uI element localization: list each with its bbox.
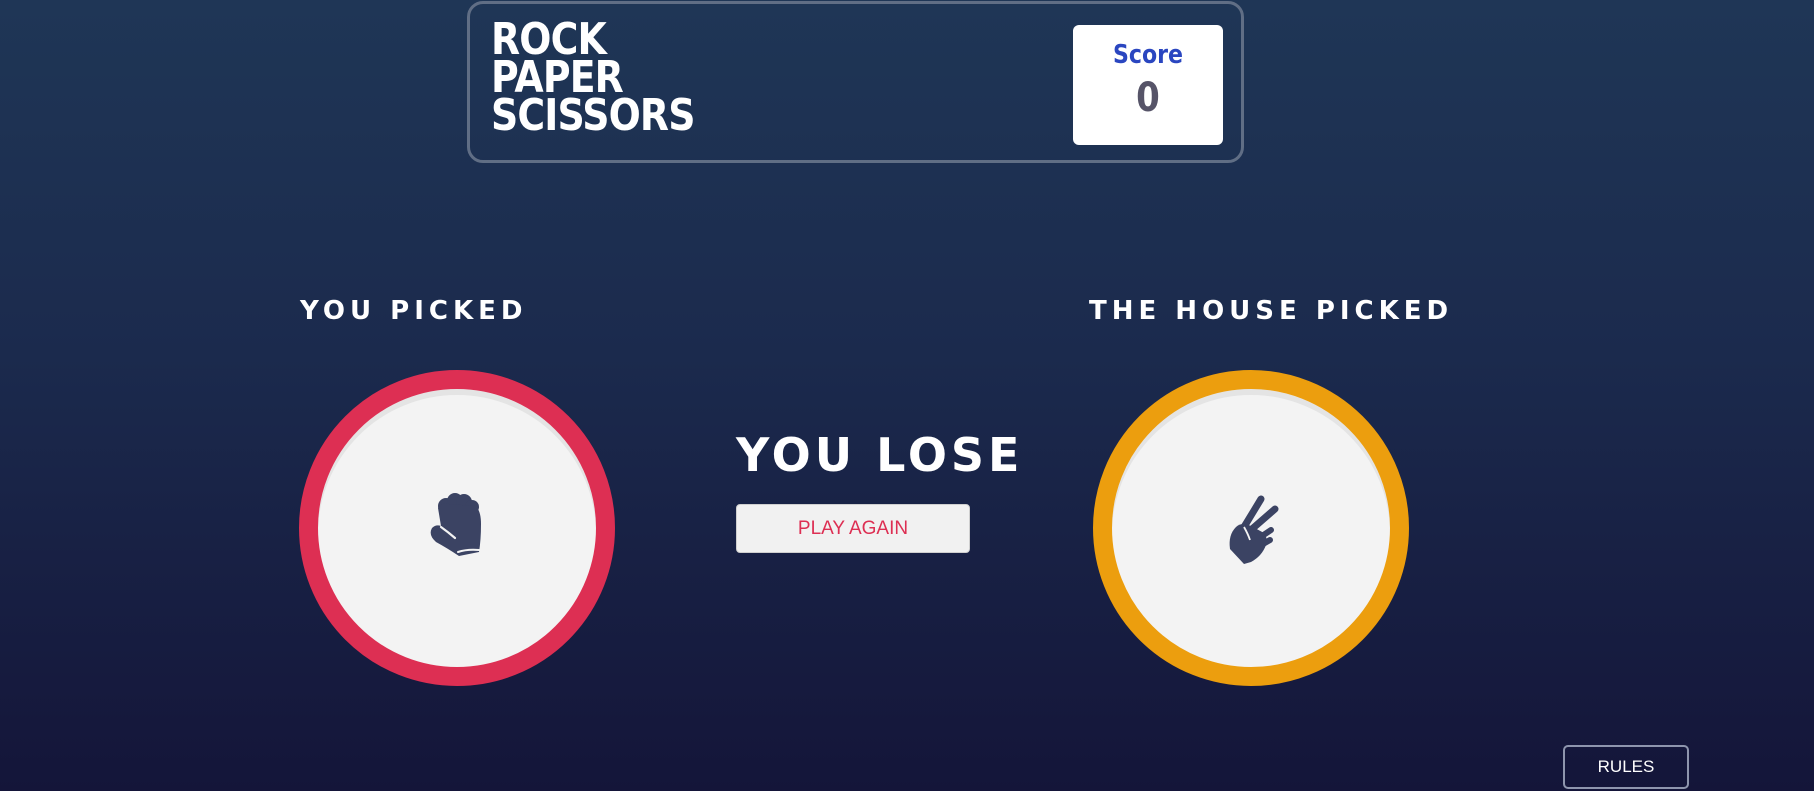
rules-button[interactable]: RULES [1563, 745, 1689, 789]
result-text: YOU LOSE [736, 428, 1024, 482]
score-label: Score [1112, 40, 1184, 70]
score-value: 0 [1136, 75, 1160, 121]
score-card: Score 0 [1073, 25, 1223, 145]
scissors-icon [1206, 483, 1296, 573]
rock-icon [417, 488, 497, 568]
player-pick-label: YOU PICKED [300, 296, 528, 326]
player-choice-rock [299, 370, 615, 686]
game-title: ROCK PAPER SCISSORS [491, 18, 695, 141]
result-panel: YOU LOSE PLAY AGAIN [736, 425, 1024, 553]
title-line-scissors: SCISSORS [491, 90, 695, 141]
house-choice-scissors [1093, 370, 1409, 686]
play-again-button[interactable]: PLAY AGAIN [736, 504, 970, 553]
house-pick-label: THE HOUSE PICKED [1089, 296, 1454, 326]
scoreboard-header: ROCK PAPER SCISSORS Score 0 [467, 1, 1244, 163]
